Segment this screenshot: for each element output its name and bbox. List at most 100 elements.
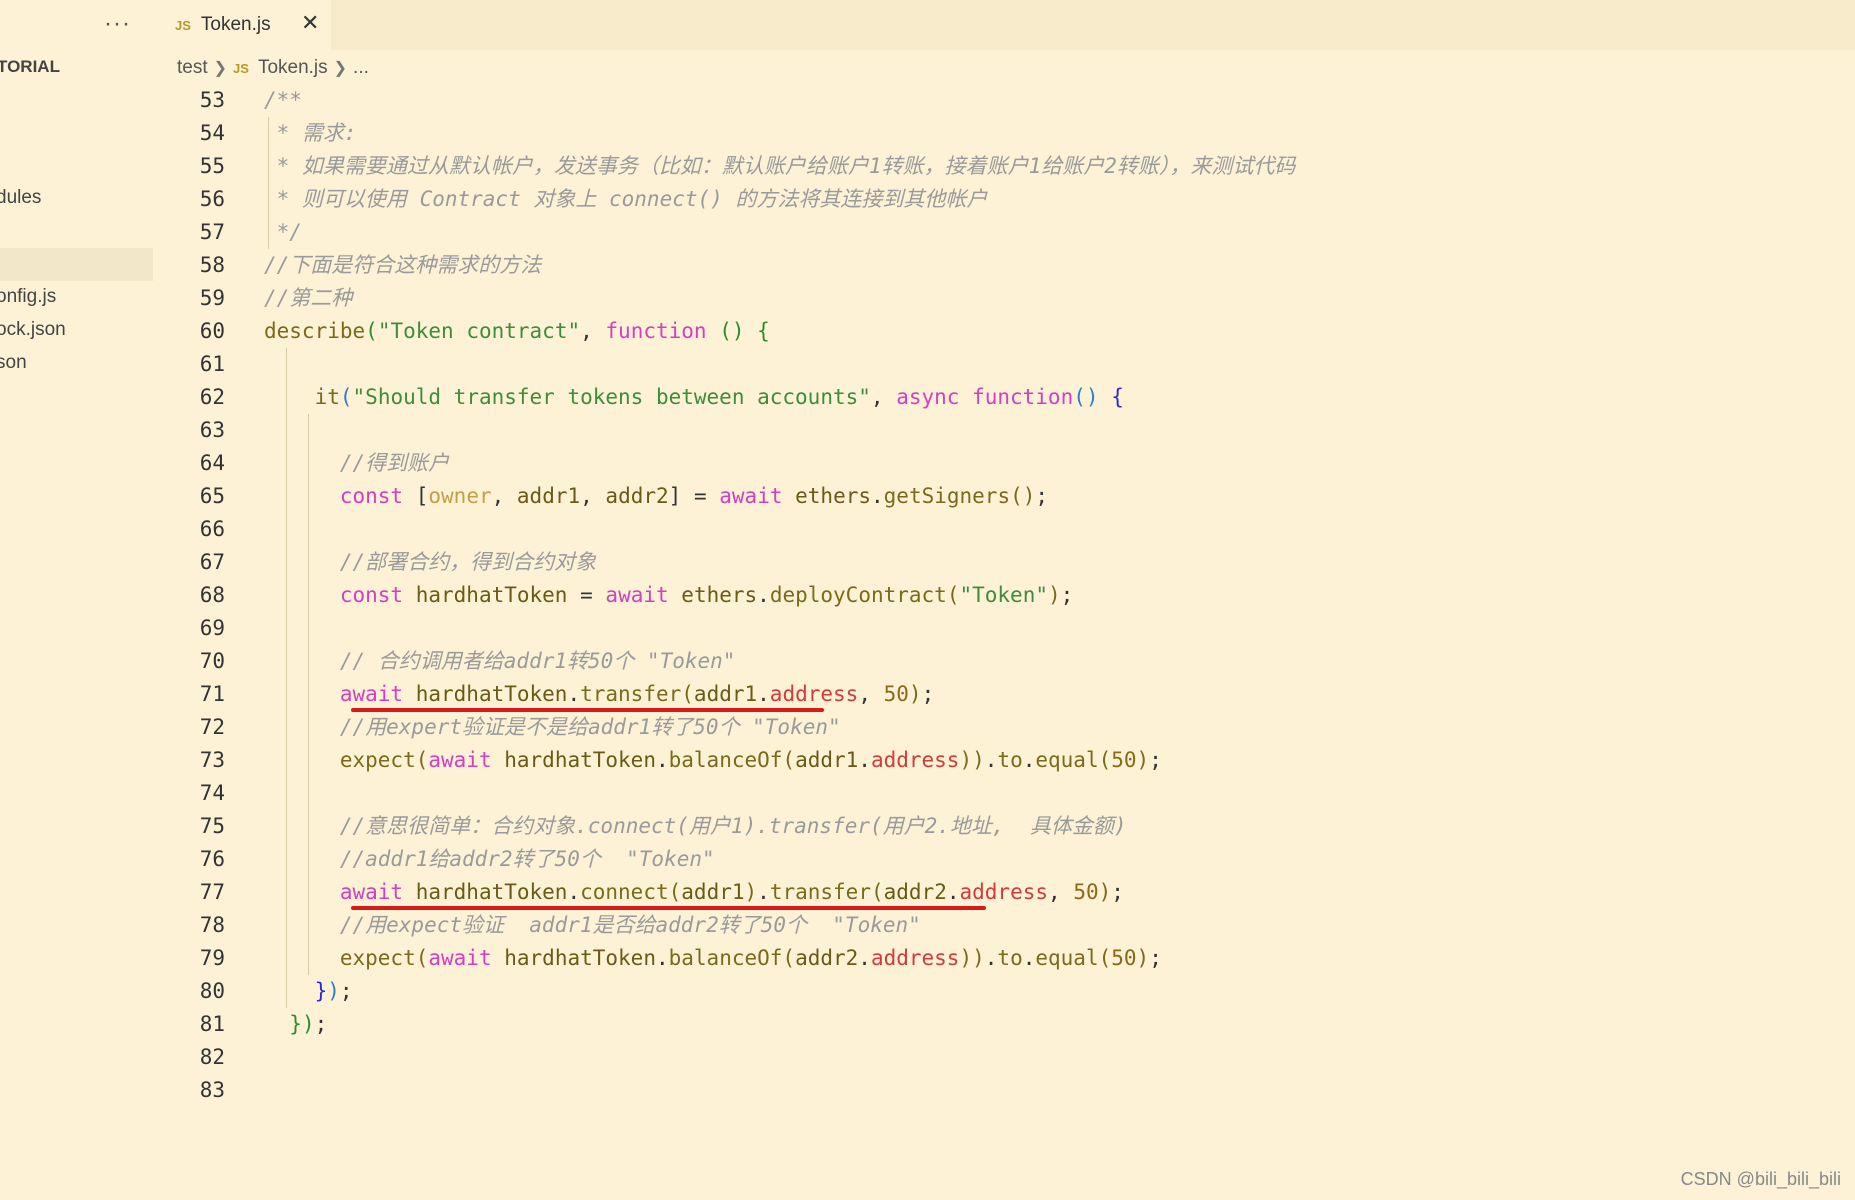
- red-annotation-underline: [351, 708, 824, 712]
- code-line[interactable]: 56 * 则可以使用 Contract 对象上 connect() 的方法将其连…: [153, 183, 1855, 216]
- code-line[interactable]: 75 //意思很简单：合约对象.connect(用户1).transfer(用户…: [153, 810, 1855, 843]
- code-line[interactable]: 70 // 合约调用者给addr1转50个 "Token": [153, 645, 1855, 678]
- line-number: 71: [199, 682, 225, 706]
- editor-tab-bar: JS Token.js ✕: [153, 0, 1855, 50]
- code-line[interactable]: 80 });: [153, 975, 1855, 1008]
- line-number: 73: [199, 748, 225, 772]
- close-icon[interactable]: ✕: [301, 10, 319, 36]
- more-actions-icon[interactable]: ···: [104, 10, 131, 38]
- line-number: 55: [199, 154, 225, 178]
- code-text: //第二种: [264, 286, 353, 310]
- explorer-item-lock-json[interactable]: ock.json: [0, 319, 66, 341]
- indent-guide: [308, 612, 310, 645]
- breadcrumb-folder[interactable]: test: [177, 57, 208, 79]
- breadcrumb-file[interactable]: Token.js: [258, 57, 328, 79]
- code-text: //意思很简单：合约对象.connect(用户1).transfer(用户2.地…: [339, 814, 1127, 838]
- line-number: 62: [199, 385, 225, 409]
- line-number: 57: [199, 220, 225, 244]
- code-line[interactable]: 82: [153, 1041, 1855, 1074]
- explorer-item-json[interactable]: son: [0, 352, 27, 374]
- code-line[interactable]: 57 */: [153, 216, 1855, 249]
- explorer-item-node-modules[interactable]: dules: [0, 187, 41, 209]
- code-text: //用expect验证 addr1是否给addr2转了50个 "Token": [339, 913, 921, 937]
- code-line[interactable]: 78 //用expect验证 addr1是否给addr2转了50个 "Token…: [153, 909, 1855, 942]
- code-text: //得到账户: [339, 451, 450, 475]
- indent-guide: [286, 777, 288, 810]
- watermark: CSDN @bili_bili_bili: [1680, 1169, 1841, 1189]
- code-text: * 如果需要通过从默认帐户，发送事务（比如：默认账户给账户1转账，接着账户1给账…: [264, 154, 1296, 178]
- code-text: //用expert验证是不是给addr1转了50个 "Token": [339, 715, 841, 739]
- code-text: await hardhatToken.transfer(addr1.addres…: [339, 682, 935, 706]
- code-line[interactable]: 73 expect(await hardhatToken.balanceOf(a…: [153, 744, 1855, 777]
- code-line[interactable]: 54 * 需求:: [153, 117, 1855, 150]
- code-text: const hardhatToken = await ethers.deploy…: [339, 583, 1074, 607]
- indent-guide: [286, 348, 288, 381]
- code-text: /**: [264, 88, 302, 112]
- code-line[interactable]: 65 const [owner, addr1, addr2] = await e…: [153, 480, 1855, 513]
- code-text: });: [289, 1012, 328, 1036]
- code-text: //addr1给addr2转了50个 "Token": [339, 847, 715, 871]
- code-text: * 需求:: [264, 121, 357, 145]
- code-line[interactable]: 69: [153, 612, 1855, 645]
- explorer-item-config[interactable]: onfig.js: [0, 286, 56, 308]
- code-line[interactable]: 83: [153, 1074, 1855, 1107]
- code-text: expect(await hardhatToken.balanceOf(addr…: [339, 946, 1162, 970]
- tab-label: Token.js: [200, 14, 271, 35]
- line-number: 67: [199, 550, 225, 574]
- code-line[interactable]: 61: [153, 348, 1855, 381]
- selected-row-highlight: [0, 248, 153, 281]
- code-line[interactable]: 79 expect(await hardhatToken.balanceOf(a…: [153, 942, 1855, 975]
- code-line[interactable]: 55 * 如果需要通过从默认帐户，发送事务（比如：默认账户给账户1转账，接着账户…: [153, 150, 1855, 183]
- indent-guide: [308, 414, 310, 447]
- code-line[interactable]: 76 //addr1给addr2转了50个 "Token": [153, 843, 1855, 876]
- line-number: 79: [199, 946, 225, 970]
- code-editor[interactable]: 53/** 54 * 需求: 55 * 如果需要通过从默认帐户，发送事务（比如：默认…: [153, 84, 1855, 1107]
- code-text: it("Should transfer tokens between accou…: [314, 385, 1124, 409]
- code-line[interactable]: 68 const hardhatToken = await ethers.dep…: [153, 579, 1855, 612]
- line-number: 54: [199, 121, 225, 145]
- code-line[interactable]: 66: [153, 513, 1855, 546]
- code-line[interactable]: 67 //部署合约，得到合约对象: [153, 546, 1855, 579]
- code-line[interactable]: 72 //用expert验证是不是给addr1转了50个 "Token": [153, 711, 1855, 744]
- line-number: 83: [199, 1078, 225, 1102]
- line-number: 66: [199, 517, 225, 541]
- code-line[interactable]: 63: [153, 414, 1855, 447]
- code-text: describe("Token contract", function () {: [264, 319, 770, 343]
- breadcrumb: test ❯ JS Token.js ❯ ...: [177, 53, 369, 83]
- javascript-file-icon: JS: [175, 17, 191, 33]
- code-line[interactable]: 58 //下面是符合这种需求的方法: [153, 249, 1855, 282]
- red-annotation-underline: [351, 906, 986, 910]
- line-number: 53: [199, 88, 225, 112]
- line-number: 61: [199, 352, 225, 376]
- explorer-sidebar: ··· TORIAL dules onfig.js ock.json son: [0, 0, 153, 1200]
- code-line[interactable]: 59 //第二种: [153, 282, 1855, 315]
- indent-guide: [308, 777, 310, 810]
- explorer-section-title[interactable]: TORIAL: [0, 57, 60, 77]
- code-text: //下面是符合这种需求的方法: [264, 253, 542, 277]
- code-text: });: [314, 979, 353, 1003]
- code-line[interactable]: 64 //得到账户: [153, 447, 1855, 480]
- code-line[interactable]: 62 it("Should transfer tokens between ac…: [153, 381, 1855, 414]
- code-line[interactable]: 60 describe("Token contract", function ()…: [153, 315, 1855, 348]
- code-line[interactable]: 74: [153, 777, 1855, 810]
- javascript-file-icon: JS: [233, 60, 249, 76]
- line-number: 77: [199, 880, 225, 904]
- code-line[interactable]: 71 await hardhatToken.transfer(addr1.add…: [153, 678, 1855, 711]
- code-text: const [owner, addr1, addr2] = await ethe…: [339, 484, 1049, 508]
- line-number: 78: [199, 913, 225, 937]
- line-number: 63: [199, 418, 225, 442]
- code-text: * 则可以使用 Contract 对象上 connect() 的方法将其连接到其…: [264, 187, 988, 211]
- code-text: await hardhatToken.connect(addr1).transf…: [339, 880, 1124, 904]
- code-line[interactable]: 77 await hardhatToken.connect(addr1).tra…: [153, 876, 1855, 909]
- line-number: 56: [199, 187, 225, 211]
- code-line[interactable]: 53 /**: [153, 84, 1855, 117]
- tab-token-js[interactable]: JS Token.js ✕: [153, 0, 331, 50]
- chevron-right-icon: ❯: [333, 60, 348, 77]
- code-line[interactable]: 81 });: [153, 1008, 1855, 1041]
- indent-guide: [286, 513, 288, 546]
- line-number: 70: [199, 649, 225, 673]
- line-number: 64: [199, 451, 225, 475]
- line-number: 69: [199, 616, 225, 640]
- breadcrumb-symbol[interactable]: ...: [353, 57, 369, 79]
- line-number: 65: [199, 484, 225, 508]
